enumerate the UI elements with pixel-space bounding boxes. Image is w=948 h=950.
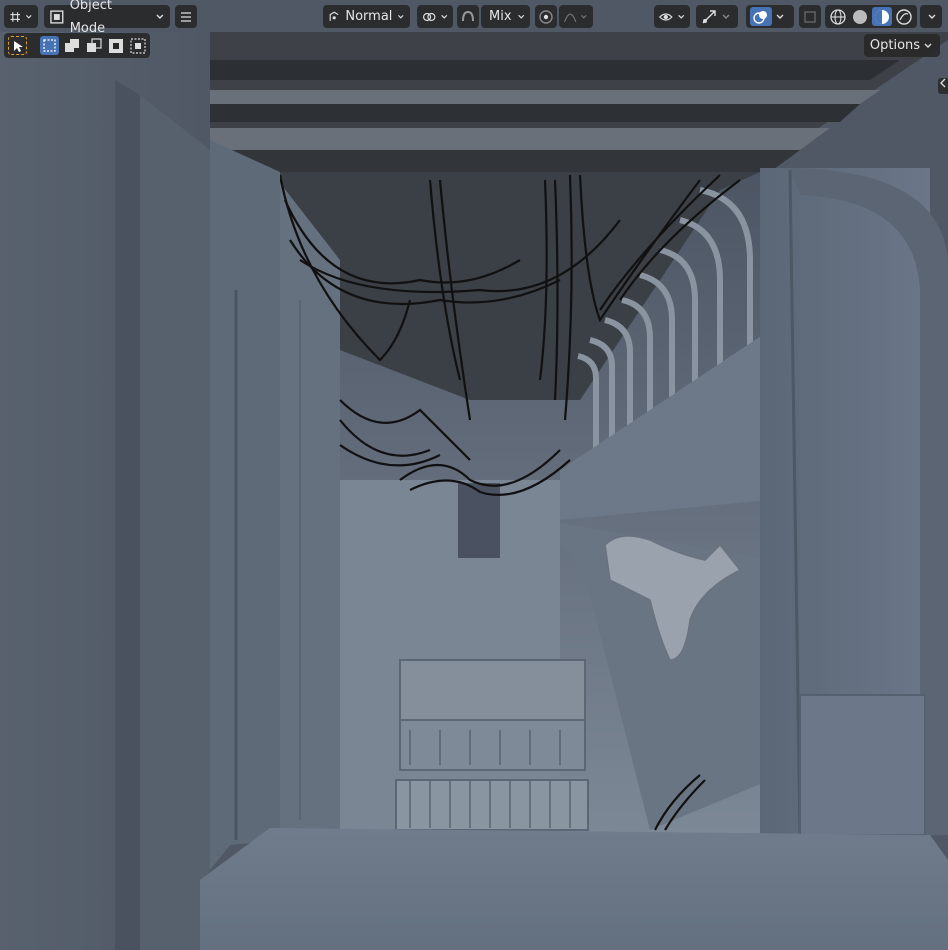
chevron-down-icon: [677, 14, 684, 19]
proportional-dropdown[interactable]: Mix: [481, 5, 530, 28]
far-railing-2: [399, 719, 586, 771]
chevron-down-icon: [776, 14, 784, 19]
far-railing-1: [399, 659, 586, 721]
object-mode-icon: [50, 9, 64, 24]
shading-mode-group: [825, 5, 917, 28]
tool-settings-row: [4, 33, 150, 58]
material-sphere-icon: [875, 9, 889, 24]
left-pillar: [210, 140, 280, 870]
far-railing-3: [395, 779, 589, 831]
invert-selection-button[interactable]: [106, 36, 125, 55]
viewport-header: Object Mode Normal Mix: [0, 0, 948, 36]
options-label: Options: [869, 38, 921, 53]
shading-options-dropdown[interactable]: [920, 5, 942, 28]
orientation-label: Normal: [345, 9, 393, 24]
ceiling-beam-2: [210, 90, 880, 104]
proportional-editing-icon: [539, 9, 553, 24]
solid-sphere-icon: [853, 9, 867, 24]
ceiling-beam-4: [210, 128, 830, 150]
new-selection-icon: [43, 39, 56, 52]
ceiling-beam-5: [210, 150, 800, 172]
subtract-selection-button[interactable]: [84, 36, 103, 55]
chevron-down-icon: [722, 14, 730, 19]
chevron-down-icon: [398, 14, 405, 19]
ceiling-beam-1: [210, 60, 900, 80]
proportional-label: Mix: [489, 9, 512, 24]
extend-selection-icon: [64, 38, 79, 52]
gizmo-icon: [702, 9, 716, 23]
select-tool-button[interactable]: [8, 36, 27, 55]
editor-type-button[interactable]: [4, 5, 38, 28]
hamburger-menu-icon: [181, 11, 191, 22]
overlay-toggle[interactable]: [750, 7, 772, 26]
view-menu-button[interactable]: [175, 5, 197, 28]
pivot-point-dropdown[interactable]: [417, 5, 453, 28]
proportional-editing-toggle[interactable]: [535, 5, 557, 28]
chevron-down-icon: [517, 14, 524, 19]
invert-selection-icon: [108, 38, 123, 53]
inner-left-wall: [270, 170, 340, 840]
chevron-down-icon: [924, 43, 932, 48]
rendered-sphere-icon: [896, 8, 912, 25]
options-dropdown[interactable]: Options: [864, 34, 940, 57]
subtract-selection-icon: [86, 37, 102, 52]
ceiling-beam-3: [210, 104, 860, 122]
new-selection-button[interactable]: [40, 36, 59, 55]
gizmo-dropdown[interactable]: [696, 5, 738, 28]
orientation-icon: [329, 11, 339, 21]
sidebar-toggle[interactable]: [938, 78, 948, 94]
snap-toggle[interactable]: [457, 5, 479, 28]
3d-viewport[interactable]: Object Mode Normal Mix Options: [0, 0, 948, 950]
floor: [200, 828, 948, 950]
falloff-curve-icon: [564, 13, 577, 22]
chevron-down-icon: [26, 14, 32, 19]
left-wall-groove: [115, 80, 140, 950]
extend-selection-button[interactable]: [62, 36, 81, 55]
intersect-selection-icon: [129, 37, 146, 54]
chevron-down-icon: [440, 14, 447, 19]
chevron-down-icon: [928, 14, 936, 19]
viewport-grid-icon: [10, 11, 21, 22]
wireframe-sphere-icon: [830, 8, 846, 25]
chevron-left-icon: [940, 78, 946, 88]
snap-magnet-icon: [462, 10, 474, 21]
overlay-icon: [753, 10, 767, 24]
transform-orientation-dropdown[interactable]: Normal: [323, 5, 410, 28]
scene-render: [0, 0, 948, 950]
material-preview-shading-button[interactable]: [872, 7, 892, 26]
solid-shading-button[interactable]: [850, 7, 870, 26]
visibility-dropdown[interactable]: [654, 5, 690, 28]
far-structure: [340, 480, 560, 830]
wireframe-shading-button[interactable]: [828, 7, 848, 26]
xray-icon: [804, 10, 816, 23]
chevron-down-icon: [581, 14, 587, 19]
xray-toggle[interactable]: [799, 5, 821, 28]
rendered-shading-button[interactable]: [894, 7, 914, 26]
left-wall-face: [140, 95, 210, 950]
overlay-dropdown[interactable]: [746, 5, 794, 28]
chevron-down-icon: [156, 14, 164, 19]
eye-visibility-icon: [658, 12, 673, 21]
transform-pivot-icon: [422, 12, 436, 21]
falloff-dropdown[interactable]: [559, 5, 593, 28]
select-cursor-icon: [13, 40, 23, 52]
intersect-selection-button[interactable]: [128, 36, 147, 55]
mode-dropdown[interactable]: Object Mode: [44, 0, 170, 36]
